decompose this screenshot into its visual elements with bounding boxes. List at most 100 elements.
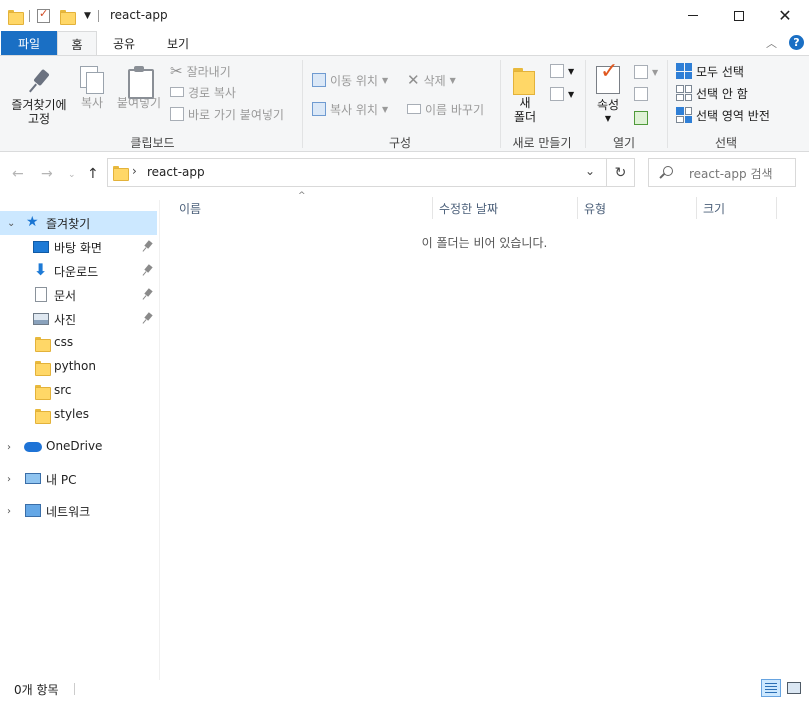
divider[interactable] [696,197,697,219]
properties-icon[interactable] [37,7,50,23]
pin-to-quick-access-button[interactable]: 즐겨찾기에 고정 [8,68,70,126]
copy-button[interactable]: 복사 [78,66,106,110]
group-label-select: 선택 [714,136,738,150]
column-header-modified[interactable]: 수정한 날짜 [439,200,498,222]
column-header-size[interactable]: 크기 [703,200,725,222]
details-view-button[interactable] [761,679,781,697]
properties-label: 속성 [596,98,620,112]
invert-selection-button[interactable]: 선택 영역 반전 [676,105,770,125]
nav-item-pictures[interactable]: 사진 [0,307,157,331]
nav-item-quick-access[interactable]: ⌄ ★ 즐겨찾기 [0,211,157,235]
refresh-icon: ↻ [614,164,627,181]
nav-item-folder-python[interactable]: python [0,355,157,379]
up-arrow-icon[interactable]: ↑ [87,166,99,182]
back-arrow-icon[interactable]: ← [12,166,24,182]
copy-label: 복사 [80,96,104,110]
rename-label: 이름 바꾸기 [425,102,485,117]
new-item-button[interactable]: ▼ [550,61,574,81]
easy-access-button[interactable]: ▼ [550,84,574,104]
close-button[interactable]: ✕ [762,0,808,31]
tab-file[interactable]: 파일 [1,31,57,55]
nav-item-downloads[interactable]: ⬇ 다운로드 [0,259,157,283]
history-button[interactable] [634,108,648,128]
expand-chevron-icon[interactable]: ⌄ [7,218,15,229]
column-header-type[interactable]: 유형 [584,200,606,222]
pictures-icon [33,313,49,325]
expand-chevron-icon[interactable]: › [7,442,11,453]
divider[interactable] [432,197,433,219]
search-box[interactable]: react-app 검색 [648,158,796,187]
onedrive-cloud-icon [24,442,42,452]
help-icon[interactable]: ? [789,35,804,50]
large-icons-view-button[interactable] [784,679,804,697]
breadcrumb-chevron-icon[interactable]: › [132,164,137,178]
nav-item-folder-styles[interactable]: styles [0,403,157,427]
copy-path-button[interactable]: 경로 복사 [170,82,236,102]
collapse-ribbon-chevron-icon[interactable]: ︿ [766,35,777,51]
nav-item-onedrive[interactable]: › OneDrive [0,435,157,459]
paste-shortcut-button[interactable]: 바로 가기 붙여넣기 [170,104,284,124]
address-dropdown-chevron-icon[interactable]: ⌄ [585,164,595,178]
properties-button[interactable]: 속성 ▼ [593,65,623,126]
edit-button[interactable] [634,84,648,104]
tab-share[interactable]: 공유 [104,31,144,55]
tab-home[interactable]: 홈 [57,31,97,56]
expand-chevron-icon[interactable]: › [7,474,11,485]
download-icon: ⬇ [34,260,48,279]
pin-icon [143,265,153,275]
copy-to-label: 복사 위치 [330,102,378,117]
divider [74,683,75,695]
forward-arrow-icon[interactable]: → [41,166,53,182]
delete-button[interactable]: ✕ 삭제 ▼ [407,70,456,90]
nav-item-this-pc[interactable]: › 내 PC [0,467,157,491]
recent-locations-chevron-icon[interactable]: ⌄ [68,170,76,180]
tab-view[interactable]: 보기 [156,31,200,55]
nav-label-network: 네트워크 [46,505,91,519]
nav-item-documents[interactable]: 문서 [0,283,157,307]
nav-label-python: python [54,359,96,373]
close-icon: ✕ [778,5,792,25]
move-to-button[interactable]: 이동 위치 ▼ [312,70,388,90]
documents-icon [35,287,47,302]
customize-toolbar-chevron-icon[interactable]: ▼ [84,11,91,21]
divider [500,60,501,148]
new-folder-button[interactable]: 새 폴더 [510,66,540,124]
dropdown-arrow-icon: ▼ [568,66,575,76]
select-all-icon [676,63,692,79]
paste-icon [127,66,154,99]
new-folder-icon [513,66,537,95]
column-header-name[interactable]: 이름 [179,200,201,222]
computer-icon [25,473,41,484]
breadcrumb-react-app[interactable]: react-app [147,165,205,179]
select-all-button[interactable]: 모두 선택 [676,61,744,81]
open-button[interactable]: ▼ [634,62,658,82]
dropdown-arrow-icon: ▼ [568,89,575,99]
group-label-open: 열기 [612,136,636,150]
paste-button[interactable]: 붙여넣기 [115,66,163,110]
divider[interactable] [577,197,578,219]
search-placeholder: react-app 검색 [689,167,773,181]
expand-chevron-icon[interactable]: › [7,506,11,517]
invert-selection-label: 선택 영역 반전 [696,108,770,123]
copy-to-icon [312,102,326,116]
select-none-button[interactable]: 선택 안 함 [676,83,748,103]
divider[interactable] [776,197,777,219]
folder-icon [35,336,51,352]
maximize-icon [734,10,744,21]
pin-icon [26,68,52,94]
minimize-button[interactable] [670,0,716,31]
paste-shortcut-label: 바로 가기 붙여넣기 [188,107,284,122]
address-bar[interactable]: › react-app ⌄ [107,158,607,187]
maximize-button[interactable] [716,0,762,31]
nav-item-folder-css[interactable]: css [0,331,157,355]
cut-button[interactable]: ✂ 잘라내기 [170,61,231,81]
empty-folder-message: 이 폴더는 비어 있습니다. [421,236,548,250]
minimize-icon [688,15,698,16]
nav-item-folder-src[interactable]: src [0,379,157,403]
rename-button[interactable]: 이름 바꾸기 [407,99,484,119]
copy-to-button[interactable]: 복사 위치 ▼ [312,99,388,119]
new-folder-icon[interactable] [60,9,76,25]
nav-item-network[interactable]: › 네트워크 [0,499,157,523]
refresh-button[interactable]: ↻ [607,158,635,187]
new-folder-label-line1: 새 [519,96,531,110]
